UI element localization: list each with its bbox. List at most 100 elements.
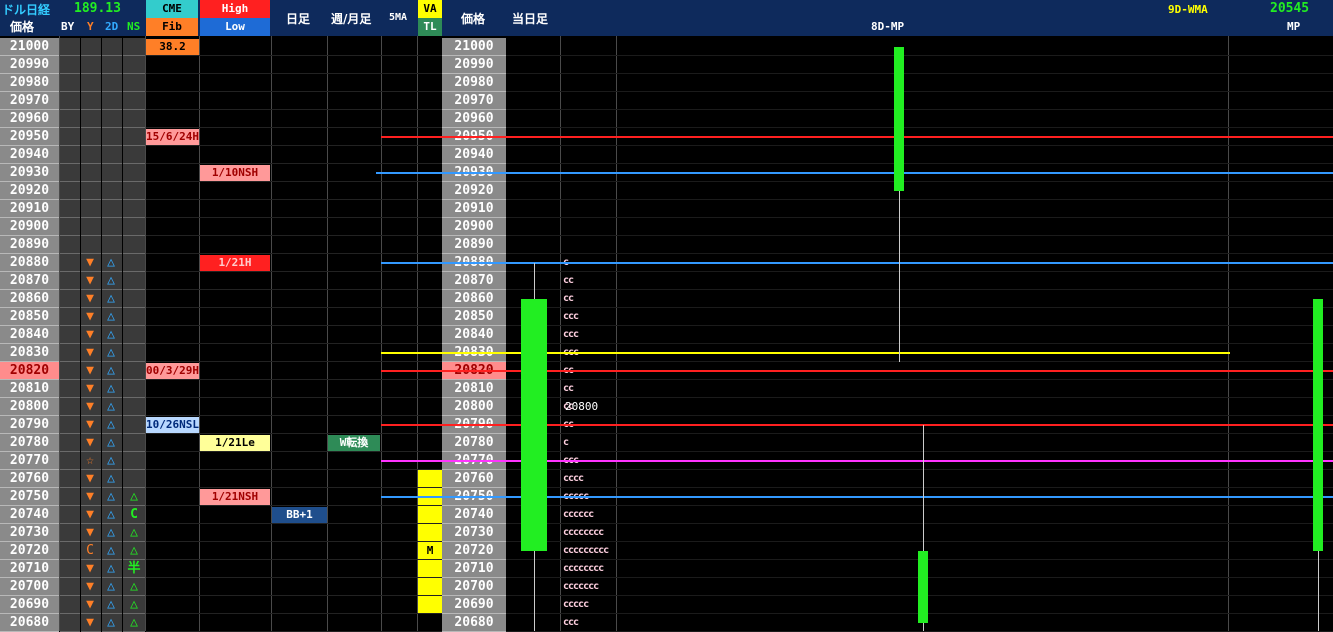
grid-cell: [60, 326, 80, 344]
price-cell: 20930: [0, 164, 59, 182]
down-triangle-icon: ▼: [86, 417, 94, 432]
grid-cell: [60, 110, 80, 128]
grid-cell: [60, 254, 80, 272]
row-rule: [146, 487, 442, 488]
header-8dmp: 8D-MP: [871, 20, 905, 33]
row-rule: [146, 55, 442, 56]
row-rule: [506, 415, 1333, 416]
grid-cell: [60, 236, 80, 254]
header-5ma: 5MA: [389, 12, 408, 23]
price-cell-right: 20940: [442, 146, 506, 164]
down-triangle-icon: ▼: [86, 309, 94, 324]
up-triangle-icon: △: [107, 543, 115, 558]
ns-mark: △: [130, 525, 138, 540]
row-rule: [506, 127, 1333, 128]
value-area-cell: [418, 560, 442, 577]
grid-cell: [123, 272, 145, 290]
price-cell: 20940: [0, 146, 59, 164]
level-line: [376, 172, 1333, 174]
grid-cell: [123, 236, 145, 254]
ns-mark: △: [130, 615, 138, 630]
grid-cell: [102, 236, 122, 254]
grid-cell: [81, 200, 101, 218]
tpo-letters: ccc: [563, 617, 579, 628]
row-rule: [146, 523, 442, 524]
grid-cell: [60, 524, 80, 542]
row-rule: [146, 505, 442, 506]
row-rule: [506, 271, 1333, 272]
grid-cell: [123, 344, 145, 362]
tpo-letters: cccccc: [563, 509, 594, 520]
row-rule: [146, 271, 442, 272]
grid-cell: [60, 56, 80, 74]
candle-body: [521, 299, 547, 551]
grid-cell: [123, 452, 145, 470]
price-cell: 20960: [0, 110, 59, 128]
level-line: [381, 136, 1333, 138]
down-triangle-icon: ▼: [86, 615, 94, 630]
value-area-mid: M: [426, 544, 434, 557]
grid-cell: [123, 128, 145, 146]
up-triangle-icon: △: [107, 471, 115, 486]
grid-cell: [123, 200, 145, 218]
grid-cell: [60, 146, 80, 164]
header-cme: CME: [146, 0, 198, 18]
high-low-label: 1/10NSH: [200, 165, 270, 181]
price-cell-right: 20920: [442, 182, 506, 200]
value-area-cell: [418, 470, 442, 487]
up-triangle-icon: △: [107, 579, 115, 594]
cme-label: 15/6/24H: [146, 129, 199, 145]
price-cell-right: 20780: [442, 434, 506, 452]
down-triangle-icon: ▼: [86, 489, 94, 504]
grid-cell: [60, 542, 80, 560]
ns-mark: △: [130, 489, 138, 504]
grid-cell: [60, 506, 80, 524]
down-triangle-icon: C: [86, 543, 94, 558]
row-rule: [506, 109, 1333, 110]
down-triangle-icon: ▼: [86, 345, 94, 360]
ns-mark: 半: [127, 561, 141, 576]
up-triangle-icon: △: [107, 399, 115, 414]
price-cell: 20820: [0, 362, 59, 380]
row-rule: [506, 541, 1333, 542]
header-today: 当日足: [512, 12, 549, 26]
up-triangle-icon: △: [107, 345, 115, 360]
header-title: ドル日経: [2, 3, 51, 17]
weekly-signal-label: W転換: [328, 435, 380, 451]
header-y: Y: [87, 20, 94, 33]
down-triangle-icon: ▼: [86, 597, 94, 612]
grid-cell: [60, 38, 80, 56]
grid-cell: [60, 452, 80, 470]
grid-cell: [123, 56, 145, 74]
up-triangle-icon: △: [107, 435, 115, 450]
price-cell: 20720: [0, 542, 59, 560]
price-cell: 20760: [0, 470, 59, 488]
grid-cell: [123, 74, 145, 92]
price-cell-right: 21000: [442, 38, 506, 56]
price-cell: 20890: [0, 236, 59, 254]
grid-cell: [102, 38, 122, 56]
row-rule: [146, 217, 442, 218]
price-cell-right: 20860: [442, 290, 506, 308]
tpo-letters: cccccccc: [563, 527, 604, 538]
row-rule: [506, 361, 1333, 362]
row-rule: [146, 181, 442, 182]
down-triangle-icon: ▼: [86, 579, 94, 594]
row-rule: [506, 289, 1333, 290]
grid-cell: [60, 362, 80, 380]
up-triangle-icon: △: [107, 525, 115, 540]
tpo-letters: ccccc: [563, 599, 589, 610]
price-cell: 20910: [0, 200, 59, 218]
grid-cell: [123, 254, 145, 272]
grid-cell: [123, 398, 145, 416]
row-rule: [146, 307, 442, 308]
row-rule: [506, 397, 1333, 398]
grid-cell: [123, 218, 145, 236]
chart-window: ドル日経 189.13 価格 BY Y 2D NS CME Fib High L…: [0, 0, 1333, 632]
grid-cell: [81, 110, 101, 128]
row-rule: [506, 55, 1333, 56]
down-triangle-icon: ▼: [86, 561, 94, 576]
up-triangle-icon: △: [107, 255, 115, 270]
grid-cell: [123, 470, 145, 488]
price-cell-right: 20980: [442, 74, 506, 92]
